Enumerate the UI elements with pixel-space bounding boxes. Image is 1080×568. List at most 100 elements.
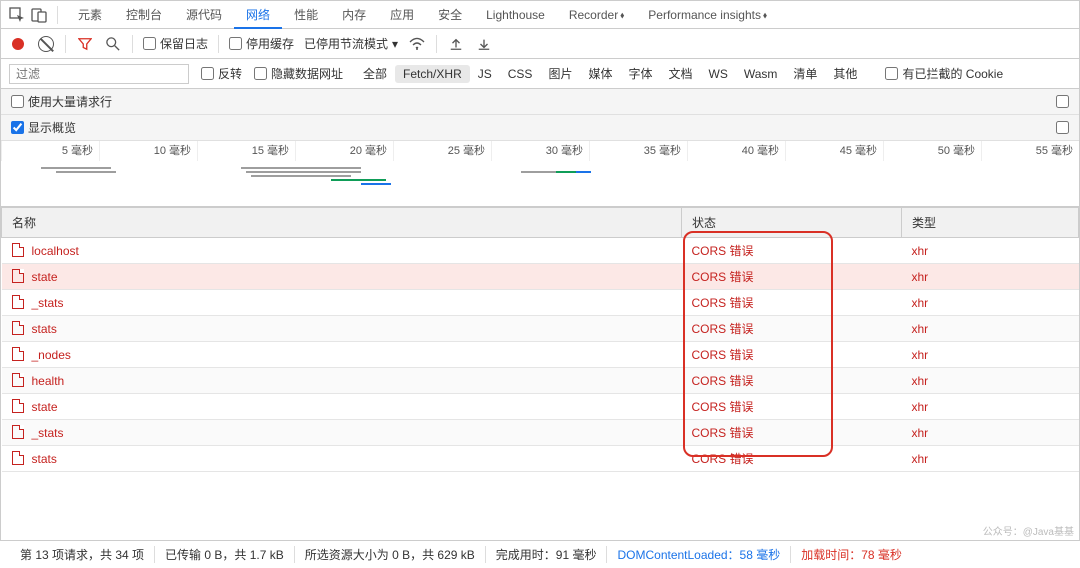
status-resources: 所选资源大小为 0 B，共 629 kB [295,546,486,563]
ruler-tick: 50 毫秒 [883,141,981,161]
file-icon [12,269,24,283]
type-filter-js[interactable]: JS [470,65,500,83]
invert-checkbox[interactable]: 反转 [201,65,242,82]
clear-button[interactable] [37,35,55,53]
col-header-status[interactable]: 状态 [682,208,902,238]
wifi-icon[interactable] [408,35,426,53]
type-filter-字体[interactable]: 字体 [620,63,660,84]
cell-type: xhr [902,290,1079,316]
show-overview-option: 显示概览 [1,115,1079,141]
blocked-cookies-checkbox[interactable]: 有已拦截的 Cookie [885,65,1003,82]
large-rows-checkbox[interactable]: 使用大量请求行 [11,93,112,110]
chevron-down-icon: ▾ [392,37,398,51]
request-row[interactable]: statsCORS 错误xhr [2,316,1079,342]
cell-name: stats [2,316,682,342]
type-filter-ws[interactable]: WS [701,65,736,83]
tab-源代码[interactable]: 源代码 [174,1,234,29]
ruler-tick: 25 毫秒 [393,141,491,161]
inspect-icon[interactable] [7,5,27,25]
cell-type: xhr [902,264,1079,290]
file-icon [12,373,24,387]
cell-type: xhr [902,394,1079,420]
file-icon [12,321,24,335]
request-row[interactable]: localhostCORS 错误xhr [2,238,1079,264]
request-row[interactable]: _statsCORS 错误xhr [2,420,1079,446]
cell-status: CORS 错误 [682,394,902,420]
cell-name: health [2,368,682,394]
type-filter-文档[interactable]: 文档 [660,63,700,84]
watermark-text: 公众号：@Java基基 [983,523,1074,538]
ruler-tick: 10 毫秒 [99,141,197,161]
tab-控制台[interactable]: 控制台 [114,1,174,29]
search-icon[interactable] [104,35,122,53]
cell-status: CORS 错误 [682,316,902,342]
tab-元素[interactable]: 元素 [66,1,114,29]
request-row[interactable]: statsCORS 错误xhr [2,446,1079,472]
hide-data-urls-checkbox[interactable]: 隐藏数据网址 [254,65,343,82]
request-row[interactable]: _nodesCORS 错误xhr [2,342,1079,368]
show-overview-aux-checkbox[interactable] [1056,121,1069,134]
ruler-tick: 40 毫秒 [687,141,785,161]
status-load: 加载时间：78 毫秒 [791,546,912,563]
tab-recorder[interactable]: Recorder⬧ [557,1,636,29]
request-row[interactable]: stateCORS 错误xhr [2,394,1079,420]
upload-har-icon[interactable] [447,35,465,53]
cell-status: CORS 错误 [682,342,902,368]
separator [132,35,133,53]
network-table-wrap: 名称 状态 类型 localhostCORS 错误xhrstateCORS 错误… [1,207,1079,472]
separator [436,35,437,53]
filter-input[interactable] [9,64,189,84]
device-toggle-icon[interactable] [29,5,49,25]
tab-安全[interactable]: 安全 [426,1,474,29]
cell-status: CORS 错误 [682,238,902,264]
record-button[interactable] [9,35,27,53]
cell-name: _stats [2,290,682,316]
overview-timeline[interactable]: 5 毫秒10 毫秒15 毫秒20 毫秒25 毫秒30 毫秒35 毫秒40 毫秒4… [1,141,1079,207]
ruler-tick: 35 毫秒 [589,141,687,161]
devtools-tab-strip: 元素控制台源代码网络性能内存应用安全LighthouseRecorder⬧Per… [1,1,1079,29]
type-filter-css[interactable]: CSS [500,65,541,83]
tab-应用[interactable]: 应用 [378,1,426,29]
filter-toggle-icon[interactable] [76,35,94,53]
throttling-dropdown[interactable]: 已停用节流模式▾ [304,35,398,52]
tab-内存[interactable]: 内存 [330,1,378,29]
tab-网络[interactable]: 网络 [234,1,282,29]
tab-性能[interactable]: 性能 [282,1,330,29]
cell-status: CORS 错误 [682,290,902,316]
type-filter-wasm[interactable]: Wasm [736,65,786,83]
tab-lighthouse[interactable]: Lighthouse [474,1,557,29]
request-row[interactable]: healthCORS 错误xhr [2,368,1079,394]
preview-badge-icon: ⬧ [620,1,624,29]
show-overview-checkbox[interactable]: 显示概览 [11,119,76,136]
col-header-name[interactable]: 名称 [2,208,682,238]
separator [57,6,58,24]
type-filter-fetch-xhr[interactable]: Fetch/XHR [395,65,470,83]
preserve-log-label: 保留日志 [160,35,208,52]
request-row[interactable]: _statsCORS 错误xhr [2,290,1079,316]
type-filter-其他[interactable]: 其他 [825,63,865,84]
cell-type: xhr [902,368,1079,394]
download-har-icon[interactable] [475,35,493,53]
network-toolbar: 保留日志 停用缓存 已停用节流模式▾ [1,29,1079,59]
tab-performance-insights[interactable]: Performance insights⬧ [636,1,779,29]
cell-type: xhr [902,342,1079,368]
disable-cache-checkbox[interactable]: 停用缓存 [229,35,294,52]
ruler-tick: 55 毫秒 [981,141,1079,161]
cell-status: CORS 错误 [682,264,902,290]
cell-name: _nodes [2,342,682,368]
ruler-tick: 15 毫秒 [197,141,295,161]
request-row[interactable]: stateCORS 错误xhr [2,264,1079,290]
type-filter-全部[interactable]: 全部 [355,63,395,84]
large-rows-aux-checkbox[interactable] [1056,95,1069,108]
col-header-type[interactable]: 类型 [902,208,1079,238]
cell-type: xhr [902,420,1079,446]
status-bar: 第 13 项请求，共 34 项 已传输 0 B，共 1.7 kB 所选资源大小为… [0,540,1080,568]
type-filter-图片[interactable]: 图片 [540,63,580,84]
type-filter-清单[interactable]: 清单 [785,63,825,84]
preserve-log-checkbox[interactable]: 保留日志 [143,35,208,52]
status-transferred: 已传输 0 B，共 1.7 kB [155,546,295,563]
file-icon [12,295,24,309]
type-filter-媒体[interactable]: 媒体 [580,63,620,84]
status-finish: 完成用时：91 毫秒 [486,546,608,563]
status-requests: 第 13 项请求，共 34 项 [10,546,155,563]
